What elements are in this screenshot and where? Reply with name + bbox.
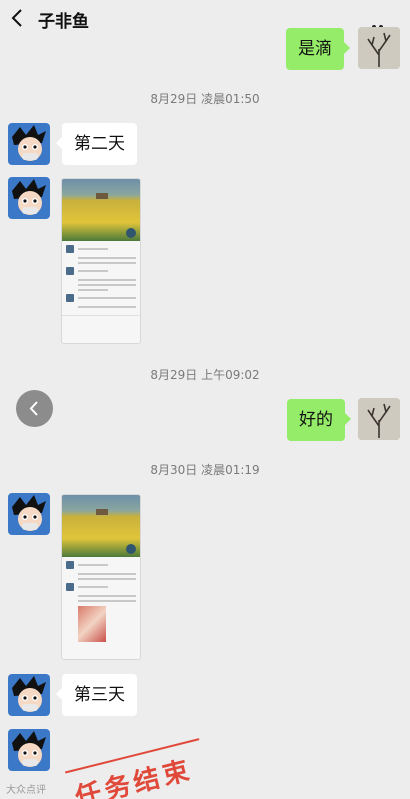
image-message[interactable] xyxy=(61,178,141,344)
back-arrow-icon[interactable] xyxy=(10,9,24,27)
tree-avatar-icon xyxy=(358,398,400,440)
outgoing-message[interactable]: 好的 xyxy=(287,399,351,441)
astro-boy-avatar-icon xyxy=(8,729,50,771)
screenshot-thumbnail xyxy=(62,495,140,557)
timestamp: 8月30日 凌晨01:19 xyxy=(150,463,260,477)
chat-header: 子非鱼 xyxy=(0,0,410,48)
stamp-text: 任务结束 xyxy=(72,755,196,799)
chevron-left-icon xyxy=(29,401,38,416)
contact-avatar[interactable] xyxy=(8,123,50,165)
floating-back-button[interactable] xyxy=(16,390,53,427)
tree-avatar-icon xyxy=(358,27,400,69)
incoming-message[interactable]: 第二天 xyxy=(56,123,137,165)
screenshot-thumbnail xyxy=(62,179,140,241)
astro-boy-avatar-icon xyxy=(8,177,50,219)
incoming-message[interactable]: 第三天 xyxy=(56,674,137,716)
timestamp: 8月29日 凌晨01:50 xyxy=(150,92,260,106)
chat-title: 子非鱼 xyxy=(38,12,89,32)
contact-avatar[interactable] xyxy=(8,177,50,219)
outgoing-message[interactable]: 是滴 xyxy=(286,28,350,70)
astro-boy-avatar-icon xyxy=(8,123,50,165)
contact-avatar[interactable] xyxy=(8,674,50,716)
contact-avatar[interactable] xyxy=(8,493,50,535)
task-complete-stamp: 任务结束 xyxy=(64,734,212,799)
more-options-icon[interactable] xyxy=(372,14,392,48)
my-avatar[interactable] xyxy=(358,27,400,69)
timestamp: 8月29日 上午09:02 xyxy=(150,368,260,382)
contact-avatar[interactable] xyxy=(8,729,50,771)
my-avatar[interactable] xyxy=(358,398,400,440)
watermark: 大众点评 xyxy=(6,785,46,796)
astro-boy-avatar-icon xyxy=(8,674,50,716)
astro-boy-avatar-icon xyxy=(8,493,50,535)
image-message[interactable] xyxy=(61,494,141,660)
